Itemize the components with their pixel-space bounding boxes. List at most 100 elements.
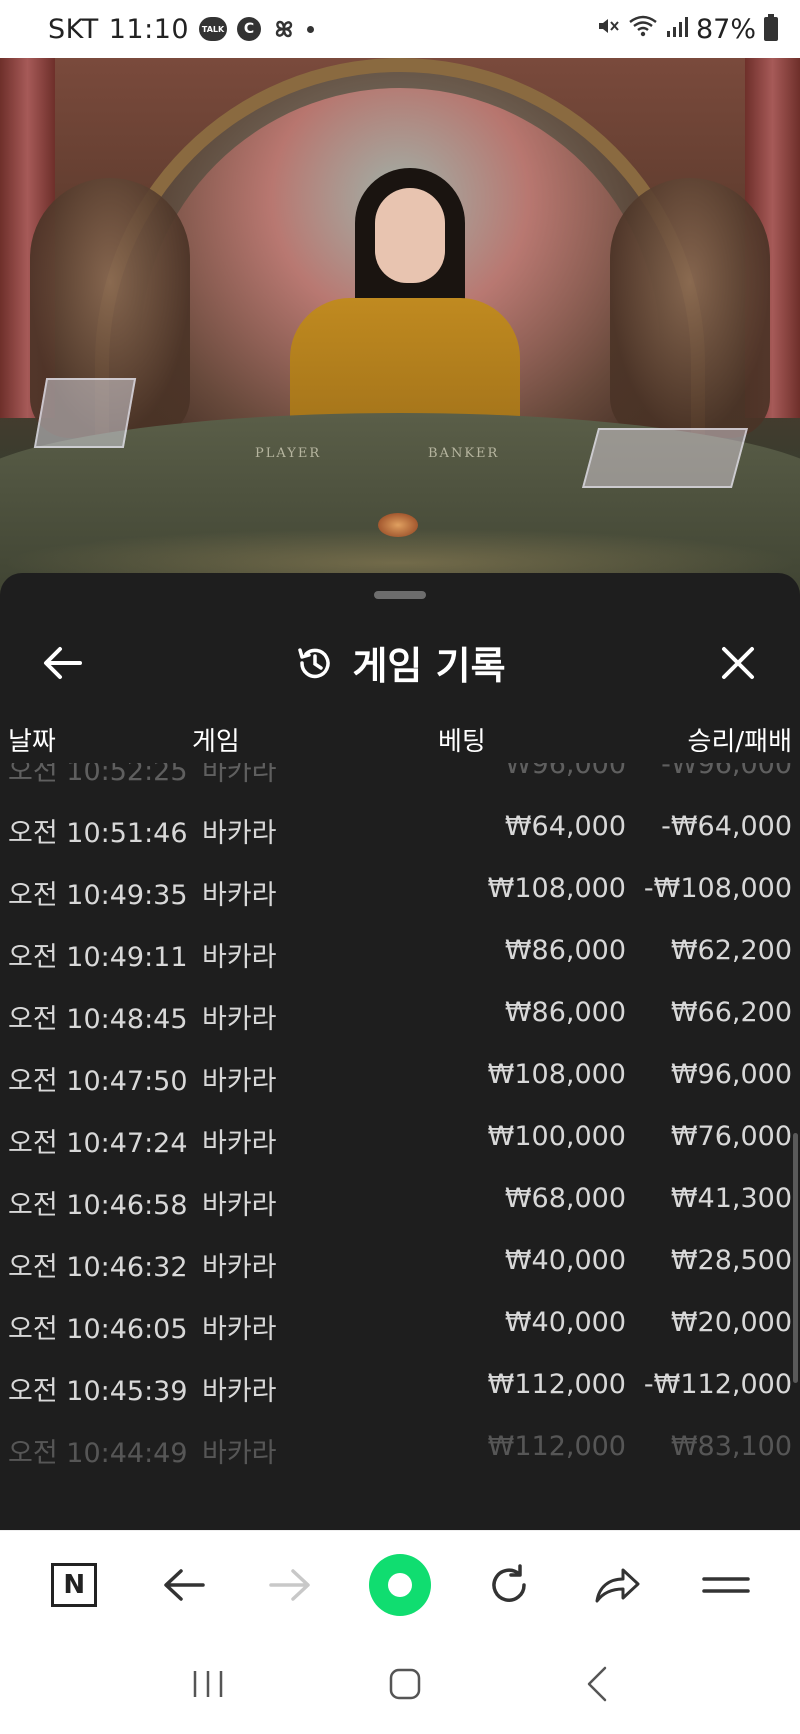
n-logo-icon: N bbox=[51, 1562, 98, 1607]
row-time: 오전 10:47:50 bbox=[8, 1066, 188, 1097]
table-header: 날짜 게임 베팅 승리/패배 bbox=[0, 713, 800, 763]
sheet-title: 게임 기록 bbox=[352, 644, 506, 688]
battery-percent: 87% bbox=[695, 13, 756, 45]
recent-apps-button[interactable] bbox=[191, 1669, 225, 1703]
system-nav-bar bbox=[0, 1638, 800, 1734]
col-header-bet: 베팅 bbox=[438, 727, 486, 757]
table-row[interactable]: 오전 10:46:58 바카라 ₩68,000 ₩41,300 bbox=[0, 1169, 800, 1231]
status-left: SKT 11:10 TALK C bbox=[48, 13, 315, 45]
row-time: 오전 10:48:45 bbox=[8, 1004, 188, 1035]
close-button[interactable] bbox=[712, 637, 764, 689]
row-time: 오전 10:44:49 bbox=[8, 1438, 188, 1469]
browser-toolbar: N bbox=[0, 1530, 800, 1638]
clock: 11:10 bbox=[108, 13, 190, 45]
green-dot-button[interactable] bbox=[365, 1550, 435, 1620]
row-bet: ₩40,000 bbox=[504, 1307, 626, 1338]
row-bet: ₩68,000 bbox=[504, 1183, 626, 1214]
notification-dot-icon bbox=[307, 25, 315, 33]
menu-button[interactable] bbox=[691, 1550, 761, 1620]
row-game: 바카라 bbox=[202, 763, 277, 787]
signal-icon bbox=[666, 14, 688, 45]
row-time: 오전 10:46:32 bbox=[8, 1252, 188, 1283]
row-bet: ₩40,000 bbox=[504, 1245, 626, 1276]
table-row[interactable]: 오전 10:52:25 바카라 ₩96,000 -₩96,000 bbox=[0, 763, 800, 797]
green-circle-icon bbox=[368, 1553, 431, 1616]
row-result: ₩41,300 bbox=[670, 1183, 792, 1214]
close-icon bbox=[722, 647, 754, 679]
table-row[interactable]: 오전 10:47:24 바카라 ₩100,000 ₩76,000 bbox=[0, 1107, 800, 1169]
mute-icon bbox=[596, 14, 620, 45]
row-bet: ₩64,000 bbox=[504, 811, 626, 842]
row-time: 오전 10:46:05 bbox=[8, 1314, 188, 1345]
row-bet: ₩112,000 bbox=[487, 1431, 626, 1462]
share-button[interactable] bbox=[582, 1550, 652, 1620]
home-n-button[interactable]: N bbox=[39, 1550, 109, 1620]
home-icon bbox=[389, 1668, 421, 1700]
col-header-result: 승리/패배 bbox=[687, 727, 792, 757]
row-result: ₩20,000 bbox=[670, 1307, 792, 1338]
table-row[interactable]: 오전 10:44:49 바카라 ₩112,000 ₩83,100 bbox=[0, 1417, 800, 1479]
row-game: 바카라 bbox=[202, 1376, 277, 1407]
c-app-icon: C bbox=[237, 17, 262, 41]
browser-back-button[interactable] bbox=[148, 1550, 218, 1620]
home-button[interactable] bbox=[388, 1667, 422, 1705]
row-result: ₩66,200 bbox=[670, 997, 792, 1028]
browser-forward-button[interactable] bbox=[256, 1550, 326, 1620]
row-game: 바카라 bbox=[202, 1438, 277, 1469]
row-game: 바카라 bbox=[202, 1190, 277, 1221]
menu-icon bbox=[701, 1576, 750, 1593]
dealer-face bbox=[375, 188, 445, 283]
forward-arrow-icon bbox=[269, 1568, 311, 1601]
carrier-label: SKT bbox=[48, 13, 99, 45]
refresh-button[interactable] bbox=[474, 1550, 544, 1620]
share-icon bbox=[595, 1568, 640, 1602]
row-time: 오전 10:52:25 bbox=[8, 763, 188, 787]
table-row[interactable]: 오전 10:49:11 바카라 ₩86,000 ₩62,200 bbox=[0, 921, 800, 983]
row-game: 바카라 bbox=[202, 1252, 277, 1283]
row-game: 바카라 bbox=[202, 1066, 277, 1097]
table-row[interactable]: 오전 10:45:39 바카라 ₩112,000 -₩112,000 bbox=[0, 1355, 800, 1417]
row-result: ₩83,100 bbox=[670, 1431, 792, 1462]
recent-apps-icon bbox=[194, 1671, 223, 1697]
row-bet: ₩96,000 bbox=[504, 763, 626, 780]
table-row[interactable]: 오전 10:46:05 바카라 ₩40,000 ₩20,000 bbox=[0, 1293, 800, 1355]
table-row[interactable]: 오전 10:46:32 바카라 ₩40,000 ₩28,500 bbox=[0, 1231, 800, 1293]
chevron-left-icon bbox=[587, 1666, 606, 1702]
table-row[interactable]: 오전 10:47:50 바카라 ₩108,000 ₩96,000 bbox=[0, 1045, 800, 1107]
row-time: 오전 10:49:35 bbox=[8, 880, 188, 911]
table-row[interactable]: 오전 10:49:35 바카라 ₩108,000 -₩108,000 bbox=[0, 859, 800, 921]
wifi-icon bbox=[628, 14, 658, 45]
col-header-date: 날짜 bbox=[8, 727, 56, 757]
row-bet: ₩100,000 bbox=[487, 1121, 626, 1152]
row-result: ₩76,000 bbox=[670, 1121, 792, 1152]
battery-icon bbox=[764, 14, 778, 41]
list-scrollbar[interactable] bbox=[793, 1133, 798, 1383]
row-result: -₩112,000 bbox=[643, 1369, 792, 1400]
row-time: 오전 10:47:24 bbox=[8, 1128, 188, 1159]
row-result: -₩64,000 bbox=[661, 811, 792, 842]
kakaotalk-icon: TALK bbox=[199, 17, 228, 41]
row-bet: ₩112,000 bbox=[487, 1369, 626, 1400]
row-result: ₩96,000 bbox=[670, 1059, 792, 1090]
table-row[interactable]: 오전 10:48:45 바카라 ₩86,000 ₩66,200 bbox=[0, 983, 800, 1045]
dragon-statue-right bbox=[610, 178, 770, 438]
history-list[interactable]: 오전 10:52:25 바카라 ₩96,000 -₩96,000 오전 10:5… bbox=[0, 763, 800, 1530]
row-time: 오전 10:46:58 bbox=[8, 1190, 188, 1221]
card-shoe-left bbox=[33, 378, 137, 448]
system-back-button[interactable] bbox=[585, 1666, 609, 1706]
row-game: 바카라 bbox=[202, 942, 277, 973]
row-game: 바카라 bbox=[202, 1004, 277, 1035]
row-game: 바카라 bbox=[202, 818, 277, 849]
table-row[interactable]: 오전 10:51:46 바카라 ₩64,000 -₩64,000 bbox=[0, 797, 800, 859]
sheet-title-wrap: 게임 기록 bbox=[0, 635, 800, 690]
row-result: ₩62,200 bbox=[670, 935, 792, 966]
refresh-icon bbox=[491, 1563, 526, 1602]
pinwheel-icon bbox=[271, 16, 297, 42]
row-bet: ₩108,000 bbox=[487, 873, 626, 904]
row-time: 오전 10:49:11 bbox=[8, 942, 188, 973]
sheet-drag-handle[interactable] bbox=[374, 591, 426, 599]
status-right: 87% bbox=[596, 14, 778, 45]
row-result: -₩96,000 bbox=[661, 763, 792, 780]
live-video[interactable]: PLAYER BANKER bbox=[0, 58, 800, 598]
col-header-game: 게임 bbox=[192, 727, 240, 757]
